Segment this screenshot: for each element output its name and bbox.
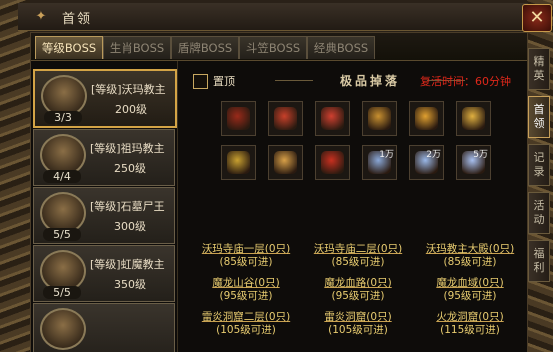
- location-requirement: (95级可进): [219, 290, 273, 302]
- drop-item[interactable]: [315, 145, 350, 180]
- side-tab-elite[interactable]: 精英: [528, 48, 550, 90]
- tab-level-boss[interactable]: 等级BOSS: [35, 36, 103, 59]
- drop-item[interactable]: [409, 101, 444, 136]
- location-link[interactable]: 火龙洞窟(0只) (115级可进): [415, 311, 525, 337]
- tab-zodiac-boss[interactable]: 生肖BOSS: [103, 36, 171, 59]
- boss-window: ✦ 首领 ✕ 等级BOSS 生肖BOSS 盾牌BOSS 斗笠BOSS 经典BOS…: [0, 0, 553, 352]
- pin-checkbox[interactable]: [193, 74, 208, 89]
- boss-item[interactable]: 3/3 [等级]沃玛教主 200级: [33, 69, 177, 128]
- boss-count: 4/4: [43, 170, 81, 183]
- drop-item[interactable]: [221, 101, 256, 136]
- left-dragon-ornament: [0, 0, 30, 352]
- crown-icon: [274, 151, 297, 174]
- armor-icon: [321, 107, 344, 130]
- side-tab-record[interactable]: 记录: [528, 144, 550, 186]
- boss-name: [等级]沃玛教主: [91, 83, 166, 96]
- boss-count: 5/5: [43, 286, 81, 299]
- location-name: 魔龙血路(0只): [324, 277, 392, 289]
- boss-item[interactable]: [33, 303, 175, 352]
- boss-name: [等级]石墓尸王: [90, 200, 165, 213]
- category-tabs: 等级BOSS 生肖BOSS 盾牌BOSS 斗笠BOSS 经典BOSS: [31, 33, 527, 61]
- location-requirement: (95级可进): [331, 290, 385, 302]
- location-requirement: (85级可进): [443, 256, 497, 268]
- location-name: 雷炎洞窟二层(0只): [201, 311, 291, 323]
- divider: [177, 61, 178, 352]
- location-requirement: (85级可进): [219, 256, 273, 268]
- item-quantity: 2万: [426, 150, 441, 160]
- helmet-icon: [368, 107, 391, 130]
- location-name: 魔龙血域(0只): [436, 277, 504, 289]
- close-button[interactable]: ✕: [522, 4, 552, 32]
- location-name: 魔龙山谷(0只): [212, 277, 280, 289]
- side-tab-activity[interactable]: 活动: [528, 192, 550, 234]
- location-link[interactable]: 沃玛寺庙二层(0只) (85级可进): [303, 243, 413, 269]
- side-tab-welfare[interactable]: 福利: [528, 240, 550, 282]
- boss-level: 300级: [114, 220, 146, 233]
- location-requirement: (115级可进): [440, 324, 500, 336]
- location-requirement: (105级可进): [328, 324, 388, 336]
- window-title: 首领: [62, 12, 93, 27]
- boss-level: 350级: [114, 278, 146, 291]
- location-requirement: (105级可进): [216, 324, 276, 336]
- location-link[interactable]: 沃玛教主大殿(0只) (85级可进): [415, 243, 525, 269]
- item-quantity: 1万: [379, 150, 394, 160]
- boss-item[interactable]: 5/5 [等级]虹魔教主 350级: [33, 245, 175, 302]
- location-name: 沃玛教主大殿(0只): [425, 243, 515, 255]
- emblem-icon: ✦: [35, 9, 47, 24]
- boss-portrait: [40, 308, 86, 350]
- ring-icon: [227, 151, 250, 174]
- revive-time: 复活时间：60分钟: [420, 75, 511, 88]
- boss-count: 3/3: [44, 111, 82, 124]
- item-quantity: 5万: [473, 150, 488, 160]
- location-link[interactable]: 雷炎洞窟(0只) (105级可进): [303, 311, 413, 337]
- drop-item[interactable]: [268, 145, 303, 180]
- title-bar: ✦ 首领: [18, 3, 528, 31]
- main-panel: 等级BOSS 生肖BOSS 盾牌BOSS 斗笠BOSS 经典BOSS 3/3 […: [30, 32, 528, 352]
- boss-item[interactable]: 4/4 [等级]祖玛教主 250级: [33, 129, 175, 186]
- side-tab-boss[interactable]: 首领: [528, 96, 550, 138]
- boss-level: 250级: [114, 162, 146, 175]
- location-link[interactable]: 魔龙血路(0只) (95级可进): [303, 277, 413, 303]
- location-requirement: (85级可进): [331, 256, 385, 268]
- drop-item[interactable]: [362, 101, 397, 136]
- drop-item[interactable]: 2万: [409, 145, 444, 180]
- location-link[interactable]: 魔龙血域(0只) (95级可进): [415, 277, 525, 303]
- tab-classic-boss[interactable]: 经典BOSS: [307, 36, 375, 59]
- location-name: 沃玛寺庙二层(0只): [313, 243, 403, 255]
- drop-item[interactable]: [221, 145, 256, 180]
- gauntlet-icon: [227, 107, 250, 130]
- armor-icon: [274, 107, 297, 130]
- boots-icon: [321, 151, 344, 174]
- drop-item[interactable]: 5万: [456, 145, 491, 180]
- boss-name: [等级]虹魔教主: [90, 258, 165, 271]
- tab-hat-boss[interactable]: 斗笠BOSS: [239, 36, 307, 59]
- drop-item[interactable]: [315, 101, 350, 136]
- boss-count: 5/5: [43, 228, 81, 241]
- boss-item[interactable]: 5/5 [等级]石墓尸王 300级: [33, 187, 175, 244]
- tab-shield-boss[interactable]: 盾牌BOSS: [171, 36, 239, 59]
- location-link[interactable]: 雷炎洞窟二层(0只) (105级可进): [191, 311, 301, 337]
- drop-item[interactable]: [268, 101, 303, 136]
- location-link[interactable]: 沃玛寺庙一层(0只) (85级可进): [191, 243, 301, 269]
- bracelet-icon: [462, 107, 485, 130]
- location-link[interactable]: 魔龙山谷(0只) (95级可进): [191, 277, 301, 303]
- location-name: 雷炎洞窟(0只): [324, 311, 392, 323]
- pin-label: 置顶: [213, 75, 235, 88]
- drop-item[interactable]: 1万: [362, 145, 397, 180]
- boss-list: 3/3 [等级]沃玛教主 200级 4/4 [等级]祖玛教主 250级 5/5 …: [31, 63, 177, 352]
- boss-name: [等级]祖玛教主: [90, 142, 165, 155]
- boss-detail: 置顶 极品掉落 复活时间：60分钟 1万 2万 5万 沃玛寺庙一层(0只) (85级可…: [181, 63, 527, 352]
- necklace-icon: [415, 107, 438, 130]
- boss-level: 200级: [115, 103, 147, 116]
- location-name: 沃玛寺庙一层(0只): [201, 243, 291, 255]
- drop-item[interactable]: [456, 101, 491, 136]
- location-requirement: (95级可进): [443, 290, 497, 302]
- location-name: 火龙洞窟(0只): [436, 311, 504, 323]
